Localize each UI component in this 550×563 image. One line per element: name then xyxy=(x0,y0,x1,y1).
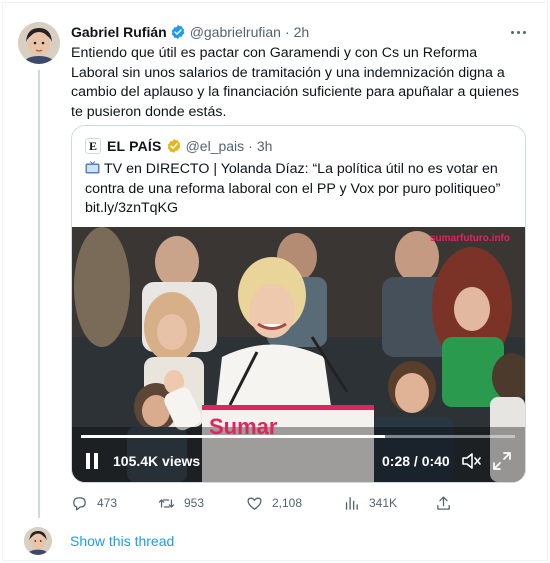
share-icon xyxy=(437,495,450,510)
reply-count: 473 xyxy=(97,496,118,510)
quote-avatar: E xyxy=(85,138,101,154)
more-options-icon[interactable] xyxy=(508,24,528,40)
show-thread-link[interactable]: Show this thread xyxy=(70,533,174,549)
quote-header: E EL PAÍS @el_pais · 3h xyxy=(85,137,272,155)
video-time: 0:28 / 0:40 xyxy=(382,453,450,469)
avatar[interactable] xyxy=(18,22,60,64)
views-button[interactable]: 341K xyxy=(343,493,397,513)
quote-link[interactable]: bit.ly/3znTqKG xyxy=(85,200,178,216)
share-button[interactable] xyxy=(435,493,461,513)
pause-icon[interactable] xyxy=(84,453,100,469)
like-button[interactable]: 2,108 xyxy=(246,493,302,513)
thread-line xyxy=(38,70,40,518)
video-player[interactable]: sumarfuturo.info Sumar 105.4K views 0:28… xyxy=(72,227,525,482)
video-progress-fill xyxy=(81,435,385,438)
video-controls: 105.4K views 0:28 / 0:40 xyxy=(72,441,525,481)
quote-time[interactable]: 3h xyxy=(257,138,273,154)
gold-verified-badge-icon xyxy=(167,139,180,153)
quote-body: TV en DIRECTO | Yolanda Díaz: “La políti… xyxy=(85,161,501,197)
like-count: 2,108 xyxy=(272,496,303,510)
separator-dot: · xyxy=(284,24,290,40)
video-views: 105.4K views xyxy=(113,453,201,469)
fullscreen-icon[interactable] xyxy=(493,452,511,470)
thread-avatar[interactable] xyxy=(24,527,52,555)
tv-icon xyxy=(85,161,100,174)
quote-author-handle[interactable]: @el_pais xyxy=(186,138,245,154)
views-count: 341K xyxy=(369,496,398,510)
retweet-icon xyxy=(158,498,175,508)
watermark: sumarfuturo.info xyxy=(430,233,510,244)
quoted-tweet[interactable]: E EL PAÍS @el_pais · 3h TV en DIRECTO | … xyxy=(71,125,526,483)
tweet-header: Gabriel Rufián @gabrielrufian · 2h xyxy=(71,22,309,42)
author-name[interactable]: Gabriel Rufián xyxy=(71,24,167,40)
tweet-time[interactable]: 2h xyxy=(294,24,310,40)
separator-dot: · xyxy=(248,138,253,154)
author-handle[interactable]: @gabrielrufian xyxy=(190,24,281,40)
retweet-button[interactable]: 953 xyxy=(158,493,204,513)
video-progress-bar[interactable] xyxy=(81,435,515,438)
tweet-actions: 473 953 2,108 341K xyxy=(71,493,523,513)
mute-icon[interactable] xyxy=(461,452,481,470)
quote-text: TV en DIRECTO | Yolanda Díaz: “La políti… xyxy=(85,160,510,219)
quote-author-name[interactable]: EL PAÍS xyxy=(107,138,162,154)
like-icon xyxy=(247,497,262,510)
verified-badge-icon xyxy=(171,25,184,39)
retweet-count: 953 xyxy=(184,496,205,510)
reply-icon xyxy=(73,496,86,511)
tweet-text: Entiendo que útil es pactar con Garamend… xyxy=(71,45,519,120)
views-icon xyxy=(345,496,358,510)
reply-button[interactable]: 473 xyxy=(71,493,117,513)
